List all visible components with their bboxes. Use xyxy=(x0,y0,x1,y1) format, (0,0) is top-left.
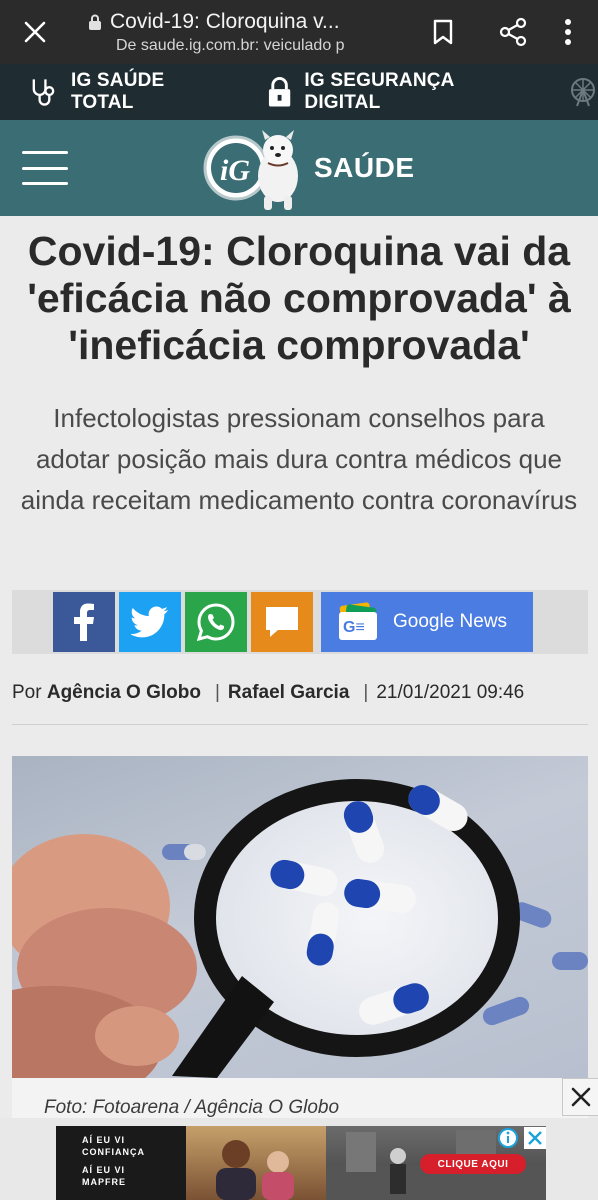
ad-info-icon[interactable] xyxy=(497,1127,519,1149)
nav-item-saude-total[interactable]: IG SAÚDE TOTAL xyxy=(28,70,227,114)
speech-bubble-icon xyxy=(266,607,298,637)
top-navigation: IG SAÚDE TOTAL IG SEGURANÇA DIGITAL xyxy=(0,64,598,120)
share-page-button[interactable] xyxy=(478,0,548,64)
google-news-label: Google News xyxy=(393,611,508,632)
ad-people-image xyxy=(216,1140,294,1200)
divider xyxy=(12,724,588,725)
byline-source[interactable]: Agência O Globo xyxy=(47,682,201,704)
ad-text-line: AÍ EU VI xyxy=(82,1135,126,1145)
close-icon xyxy=(24,21,46,43)
nav-item-label: IG SAÚDE TOTAL xyxy=(70,70,165,113)
bookmark-button[interactable] xyxy=(408,0,478,64)
magnifier-pills-image xyxy=(12,779,588,1078)
page-url: De saude.ig.com.br: veiculado p xyxy=(116,36,345,54)
ad-text-block: AÍ EU VI CONFIANÇA AÍ EU VI MAPFRE xyxy=(56,1126,186,1200)
comment-button[interactable] xyxy=(251,592,313,652)
hamburger-line xyxy=(22,182,68,185)
page-title: Covid-19: Cloroquina v... xyxy=(110,9,340,33)
menu-button[interactable] xyxy=(22,151,68,185)
close-tab-button[interactable] xyxy=(0,0,70,64)
padlock-icon xyxy=(269,77,291,107)
stethoscope-icon xyxy=(32,79,55,106)
mapfre-ad-banner[interactable]: AÍ EU VI CONFIANÇA AÍ EU VI MAPFRE CLIQU… xyxy=(56,1126,546,1200)
site-header: iG SAÚDE xyxy=(0,120,598,216)
google-news-badge-text: G≡ xyxy=(343,619,365,636)
lock-icon xyxy=(89,14,101,30)
google-news-button[interactable]: G≡ Google News xyxy=(321,592,533,652)
bookmark-icon xyxy=(433,19,453,45)
article-byline: Por Agência O Globo | Rafael Garcia | 21… xyxy=(12,682,588,704)
article-date: 21/01/2021 09:46 xyxy=(376,682,525,703)
byline-separator: | xyxy=(363,682,369,703)
whatsapp-icon xyxy=(197,603,235,641)
byline-author[interactable]: Rafael Garcia xyxy=(228,682,349,704)
ad-cta-button[interactable]: CLIQUE AQUI xyxy=(420,1154,526,1174)
nav-item-label: IG SEGURANÇA DIGITAL xyxy=(304,70,454,113)
facebook-share-button[interactable] xyxy=(53,592,115,652)
byline-prefix: Por xyxy=(12,682,42,703)
facebook-icon xyxy=(74,603,94,641)
google-news-icon: G≡ xyxy=(339,602,377,640)
close-ad-button[interactable] xyxy=(562,1078,598,1116)
article-photo[interactable] xyxy=(12,756,588,1078)
logo-text: iG xyxy=(220,154,250,187)
ad-text-line: AÍ EU VI xyxy=(82,1165,126,1175)
page: Covid-19: Cloroquina v... De saude.ig.co… xyxy=(0,0,598,1200)
section-title: SAÚDE xyxy=(314,152,415,183)
share-icon xyxy=(499,17,527,47)
more-vertical-icon xyxy=(565,19,571,45)
twitter-share-button[interactable] xyxy=(119,592,181,652)
browser-toolbar: Covid-19: Cloroquina v... De saude.ig.co… xyxy=(0,0,598,64)
ad-close-icon[interactable] xyxy=(524,1127,546,1149)
hamburger-line xyxy=(22,166,68,170)
hamburger-line xyxy=(22,151,68,154)
ad-photo-family xyxy=(186,1126,326,1200)
ig-dog-logo-icon: iG xyxy=(203,130,298,210)
more-options-button[interactable] xyxy=(548,0,588,64)
article-headline: Covid-19: Cloroquina vai da 'eficácia nã… xyxy=(27,228,571,368)
close-icon xyxy=(571,1087,591,1107)
ferris-wheel-icon xyxy=(571,78,595,107)
whatsapp-share-button[interactable] xyxy=(185,592,247,652)
url-area[interactable]: Covid-19: Cloroquina v... De saude.ig.co… xyxy=(70,10,408,55)
nav-item-more[interactable] xyxy=(568,76,598,108)
nav-item-seguranca-digital[interactable]: IG SEGURANÇA DIGITAL xyxy=(267,70,528,114)
twitter-icon xyxy=(131,606,168,638)
photo-caption: Foto: Fotoarena / Agência O Globo xyxy=(44,1097,340,1118)
site-logo[interactable]: iG SAÚDE xyxy=(202,124,415,212)
share-bar: G≡ Google News xyxy=(12,590,588,654)
ad-text-line: CONFIANÇA xyxy=(82,1147,145,1157)
article-subheadline: Infectologistas pressionam conselhos par… xyxy=(20,403,578,515)
ad-text-line: MAPFRE xyxy=(82,1177,126,1187)
byline-separator: | xyxy=(214,682,220,703)
